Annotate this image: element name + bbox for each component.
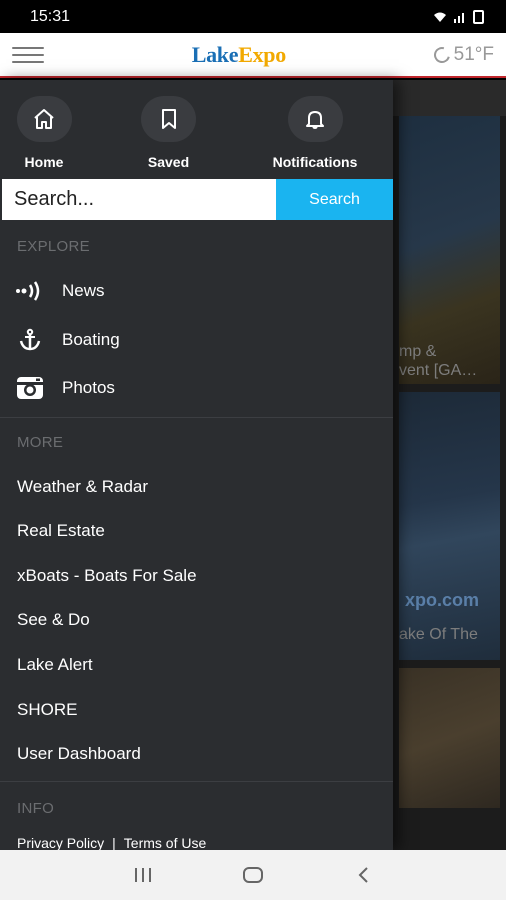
recents-icon (135, 868, 151, 882)
broadcast-icon (15, 278, 45, 304)
quick-link-label: Saved (147, 154, 190, 170)
menu-item-real-estate[interactable]: Real Estate (17, 521, 105, 541)
home-icon (34, 109, 54, 129)
menu-item-weather-radar[interactable]: Weather & Radar (17, 477, 148, 497)
back-icon (358, 867, 368, 883)
status-icons (433, 9, 484, 24)
quick-link-label: Notifications (272, 154, 358, 170)
nav-label: Photos (62, 378, 115, 397)
logo-expo: Expo (238, 41, 286, 67)
recent-apps-button[interactable] (123, 855, 163, 895)
temperature: 51°F (453, 43, 494, 65)
lakeexpo-logo[interactable]: LakeExpo (191, 41, 287, 68)
section-title-explore: EXPLORE (17, 238, 90, 255)
logo-lake: Lake (191, 41, 239, 67)
anchor-icon (15, 327, 45, 353)
quick-link-label: Home (24, 154, 64, 170)
background-logo: xpo.com (405, 590, 480, 610)
quick-link-home[interactable]: Home (16, 96, 72, 179)
search-bar: Search (2, 179, 393, 220)
section-title-info: INFO (17, 800, 55, 817)
menu-item-shore[interactable]: SHORE (17, 700, 77, 720)
battery-icon (473, 9, 484, 24)
background-card: xpo.com ake Of The (399, 392, 500, 660)
weather-widget[interactable]: 51°F (430, 43, 494, 66)
search-input[interactable] (2, 179, 276, 220)
menu-icon[interactable] (12, 44, 44, 66)
wifi-icon (434, 12, 446, 22)
background-feed: mp & vent [GA… xpo.com ake Of The (393, 80, 506, 850)
terms-of-use-link[interactable]: Terms of Use (124, 835, 206, 850)
menu-item-lake-alert[interactable]: Lake Alert (17, 655, 93, 675)
status-time: 15:31 (30, 7, 71, 25)
status-bar: 15:31 (0, 0, 506, 33)
home-nav-icon (243, 867, 263, 883)
background-caption: vent [GA… (399, 362, 478, 379)
navigation-drawer: Home Saved Notifications Search EXPLORE … (0, 80, 393, 850)
nav-item-photos[interactable]: Photos (0, 375, 393, 401)
app-header: LakeExpo 51°F (0, 33, 506, 78)
quick-link-notifications[interactable]: Notifications (265, 96, 365, 179)
divider (0, 417, 393, 418)
bookmark-circle (141, 96, 196, 142)
background-scrim (393, 80, 506, 116)
nav-item-news[interactable]: News (0, 278, 393, 304)
home-button[interactable] (233, 855, 273, 895)
signal-icon (454, 12, 464, 23)
menu-item-user-dashboard[interactable]: User Dashboard (17, 744, 141, 764)
menu-item-xboats[interactable]: xBoats - Boats For Sale (17, 566, 197, 586)
menu-item-see-do[interactable]: See & Do (17, 610, 90, 630)
background-card (399, 668, 500, 808)
nav-item-boating[interactable]: Boating (0, 327, 393, 353)
bell-circle (287, 96, 343, 142)
privacy-policy-link[interactable]: Privacy Policy (17, 835, 104, 850)
quick-links: Home Saved Notifications (0, 80, 393, 179)
quick-link-saved[interactable]: Saved (119, 96, 219, 179)
background-caption: ake Of The (399, 626, 478, 643)
back-button[interactable] (343, 855, 383, 895)
nav-label: Boating (62, 330, 120, 349)
divider (0, 781, 393, 782)
search-button[interactable]: Search (276, 179, 393, 220)
section-title-more: MORE (17, 434, 64, 451)
bookmark-icon (161, 109, 176, 129)
home-circle (16, 96, 72, 142)
nav-label: News (62, 281, 105, 300)
system-nav-bar (0, 850, 506, 900)
background-caption: mp & (399, 343, 437, 360)
footer-separator: | (112, 835, 116, 850)
camera-icon (15, 375, 45, 401)
bell-icon (306, 111, 324, 129)
background-card: mp & vent [GA… (399, 116, 500, 384)
footer-links: Privacy Policy | Terms of Use (17, 835, 206, 850)
moon-icon (430, 43, 453, 66)
